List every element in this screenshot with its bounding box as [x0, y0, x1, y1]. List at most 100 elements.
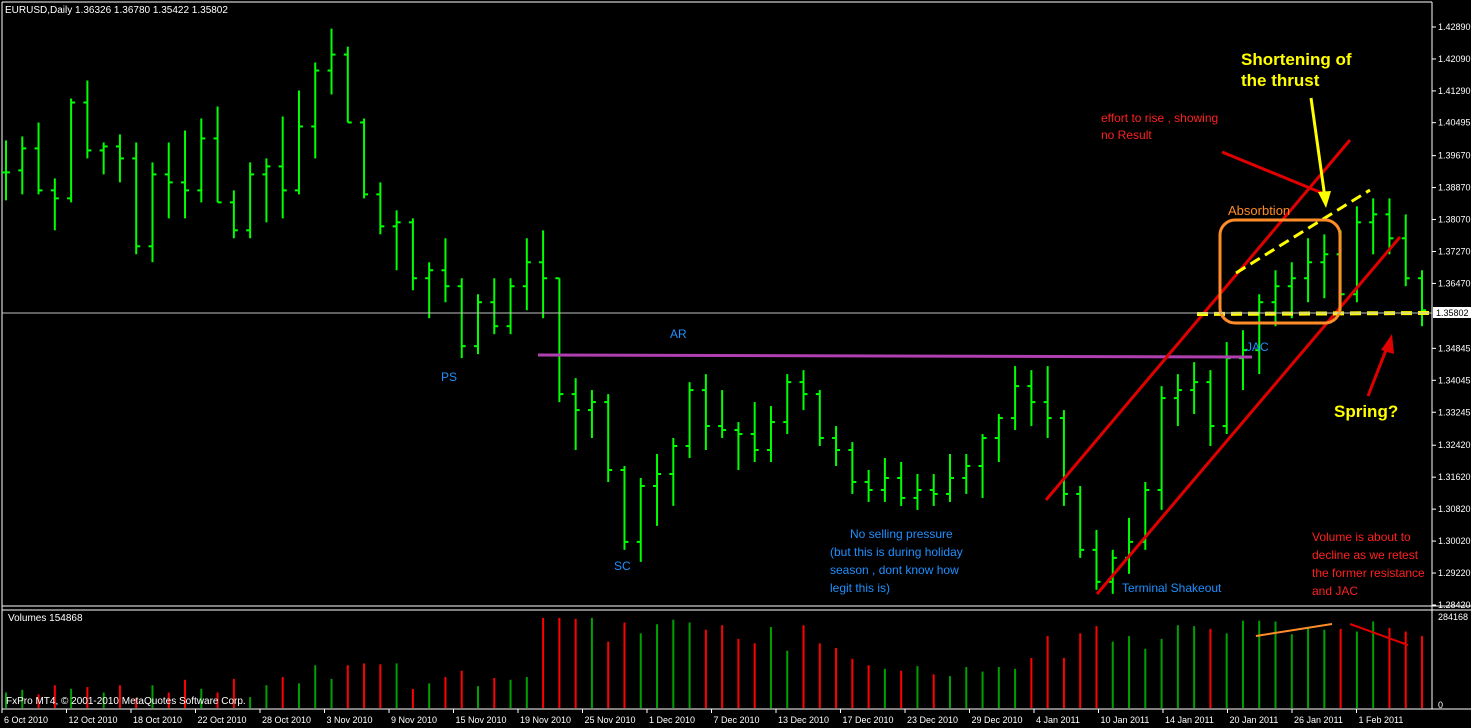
- ohlc-bar: [555, 277, 564, 403]
- label-ps: PS: [441, 370, 457, 384]
- price-tick-label: 1.34845: [1438, 343, 1471, 353]
- ohlc-bar: [392, 210, 401, 271]
- ohlc-bar: [148, 162, 157, 263]
- current-price-label: 1.35802: [1436, 308, 1469, 318]
- ohlc-bar: [1369, 198, 1378, 255]
- ohlc-bar: [897, 461, 906, 506]
- ohlc-bar: [1173, 374, 1182, 427]
- ohlc-bar: [1092, 529, 1101, 590]
- label-sc: SC: [614, 559, 631, 573]
- ohlc-bar: [832, 426, 841, 466]
- ohlc-bar: [913, 473, 922, 510]
- vol-rising-line: [1255, 623, 1333, 637]
- price-tick-label: 1.39670: [1438, 151, 1471, 161]
- ohlc-bar: [197, 118, 206, 203]
- price-tick-label: 1.33245: [1438, 407, 1471, 417]
- ohlc-bar: [18, 136, 27, 195]
- ohlc-bar: [522, 238, 531, 311]
- price-tick-label: 1.38870: [1438, 183, 1471, 193]
- price-tick-label: 1.31620: [1438, 472, 1471, 482]
- ohlc-bar: [978, 434, 987, 498]
- ohlc-bar: [766, 406, 775, 462]
- ohlc-bar: [1076, 485, 1085, 558]
- date-tick-label: 15 Nov 2010: [456, 715, 507, 725]
- ohlc-bar: [425, 262, 434, 319]
- price-tick-label: 1.30820: [1438, 504, 1471, 514]
- label-jac: JAC: [1246, 340, 1269, 354]
- ohlc-bar: [783, 374, 792, 435]
- ohlc-bar: [1011, 366, 1020, 431]
- date-tick-label: 18 Oct 2010: [133, 715, 182, 725]
- ohlc-bar: [343, 46, 352, 124]
- price-tick-label: 1.29220: [1438, 568, 1471, 578]
- price-tick-label: 1.30020: [1438, 536, 1471, 546]
- ohlc-bar: [83, 80, 92, 159]
- date-tick-label: 9 Nov 2010: [391, 715, 437, 725]
- ohlc-bar: [457, 278, 466, 359]
- date-tick-label: 26 Jan 2011: [1294, 715, 1343, 725]
- price-tick-label: 1.28420: [1438, 600, 1471, 610]
- ohlc-bar: [1157, 386, 1166, 510]
- ohlc-bar: [1401, 214, 1410, 287]
- ohlc-bar: [490, 278, 499, 335]
- symbol-header: EURUSD,Daily 1.36326 1.36780 1.35422 1.3…: [5, 5, 228, 16]
- ohlc-bar: [815, 390, 824, 447]
- date-tick-label: 28 Oct 2010: [262, 715, 311, 725]
- ohlc-bar: [1304, 238, 1313, 303]
- label-ar: AR: [670, 327, 687, 341]
- ohlc-bar: [278, 116, 287, 219]
- ohlc-bar: [994, 414, 1003, 462]
- date-tick-label: 17 Dec 2010: [843, 715, 894, 725]
- copyright-text: FxPro MT4, © 2001-2010 MetaQuotes Softwa…: [6, 696, 246, 707]
- label-spring: Spring?: [1334, 402, 1398, 421]
- ohlc-bar: [2, 140, 10, 201]
- ohlc-bar: [799, 370, 808, 411]
- price-tick-label: 1.32420: [1438, 440, 1471, 450]
- volume-axis: 284168 0: [1438, 612, 1468, 710]
- price-tick-label: 1.38070: [1438, 215, 1471, 225]
- ohlc-bar: [1271, 270, 1280, 327]
- ohlc-bar: [474, 294, 482, 355]
- price-tick-label: 1.41290: [1438, 86, 1471, 96]
- date-tick-label: 6 Oct 2010: [4, 715, 48, 725]
- ohlc-bar: [67, 98, 76, 203]
- date-tick-label: 20 Jan 2011: [1230, 715, 1279, 725]
- ohlc-bar: [539, 230, 548, 319]
- date-tick-label: 25 Nov 2010: [585, 715, 636, 725]
- date-tick-label: 14 Jan 2011: [1165, 715, 1214, 725]
- ohlc-bar: [294, 90, 303, 195]
- ohlc-bar: [164, 142, 173, 219]
- ohlc-bar: [718, 390, 727, 439]
- date-tick-label: 22 Oct 2010: [198, 715, 247, 725]
- date-tick-label: 23 Dec 2010: [907, 715, 958, 725]
- ohlc-bar: [327, 28, 336, 95]
- volume-bars: [5, 617, 1423, 708]
- price-tick-label: 1.40495: [1438, 118, 1471, 128]
- ohlc-bar: [132, 142, 141, 255]
- ohlc-bar: [408, 218, 417, 291]
- ohlc-bar: [571, 378, 580, 451]
- ohlc-bar: [441, 238, 450, 303]
- ohlc-bar: [880, 458, 889, 502]
- ohlc-bar: [929, 473, 938, 506]
- volume-header: Volumes 154868: [8, 613, 83, 624]
- date-tick-label: 12 Oct 2010: [69, 715, 118, 725]
- price-tick-label: 1.36470: [1438, 278, 1471, 288]
- ohlc-bar: [181, 130, 190, 219]
- ohlc-bar: [848, 442, 857, 494]
- ohlc-bar: [1255, 294, 1264, 375]
- volume-tick-label: 0: [1438, 700, 1443, 710]
- ohlc-bar: [587, 390, 596, 439]
- ohlc-bar: [376, 182, 385, 235]
- ohlc-bar: [262, 158, 271, 223]
- ohlc-bar: [213, 106, 222, 204]
- date-tick-label: 1 Feb 2011: [1359, 715, 1404, 725]
- date-tick-label: 29 Dec 2010: [972, 715, 1023, 725]
- ohlc-bar: [246, 162, 255, 239]
- date-tick-label: 3 Nov 2010: [327, 715, 373, 725]
- price-chart[interactable]: 1.42890 1.42090 1.41290 1.40495 1.39670 1.388…: [0, 0, 1471, 728]
- label-no-selling-3: season , dont know how: [830, 563, 959, 577]
- label-no-selling-2: (but this is during holiday: [830, 545, 963, 559]
- label-shortening-1: Shortening of: [1241, 50, 1352, 69]
- ohlc-bar: [311, 62, 320, 159]
